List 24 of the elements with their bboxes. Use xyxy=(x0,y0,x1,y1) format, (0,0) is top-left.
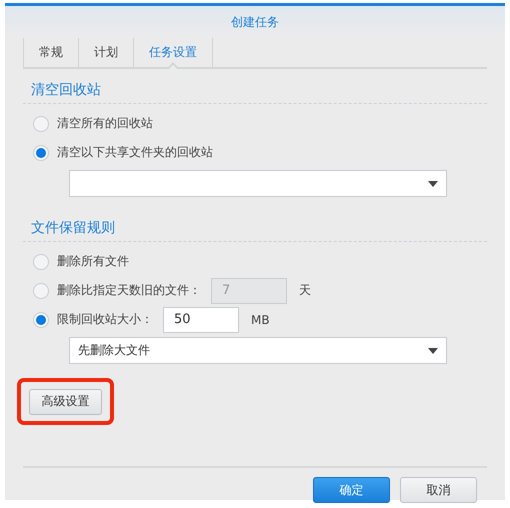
radio-button[interactable] xyxy=(33,282,49,298)
dropdown[interactable]: 先删除大文件 xyxy=(69,337,447,364)
radio-label: 限制回收站大小： xyxy=(57,311,153,328)
tab[interactable]: 计划 xyxy=(78,38,133,67)
radio-label: 清空所有的回收站 xyxy=(57,115,153,132)
advanced-settings-button[interactable]: 高级设置 xyxy=(29,388,102,414)
radio-button[interactable] xyxy=(33,116,49,132)
window-title: 创建任务 xyxy=(231,14,279,30)
radio-button[interactable] xyxy=(33,312,49,328)
section-heading: 清空回收站 xyxy=(23,69,487,104)
dropdown[interactable] xyxy=(69,170,447,197)
number-field[interactable]: 50 xyxy=(163,306,239,332)
unit-label: 天 xyxy=(299,282,311,299)
radio-button[interactable] xyxy=(33,254,49,270)
radio-button[interactable] xyxy=(33,144,49,160)
radio-label: 删除所有文件 xyxy=(57,253,129,270)
section-heading: 文件保留规则 xyxy=(23,197,487,242)
radio-label: 删除比指定天数旧的文件： xyxy=(57,282,201,299)
tab[interactable]: 常规 xyxy=(23,38,78,67)
radio-label: 清空以下共享文件夹的回收站 xyxy=(57,144,213,161)
caret-icon xyxy=(428,180,438,186)
cancel-button[interactable]: 取消 xyxy=(400,477,477,503)
caret-icon xyxy=(428,348,438,354)
unit-label: MB xyxy=(251,312,270,326)
